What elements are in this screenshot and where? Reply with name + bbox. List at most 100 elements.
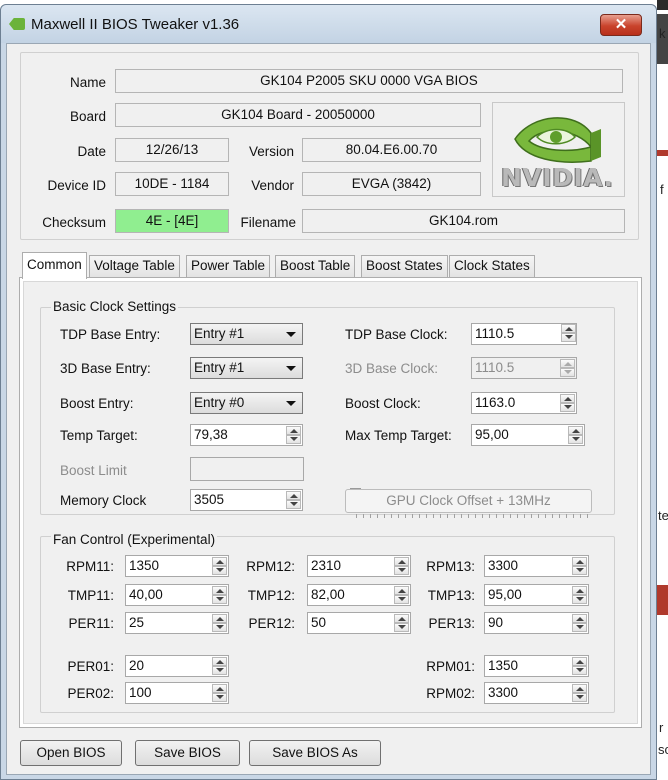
per13-spinner[interactable] [572, 614, 587, 632]
per11-input[interactable]: 25 [125, 612, 229, 634]
tmp11-spinner[interactable] [212, 586, 227, 604]
tmp12-spinner[interactable] [394, 586, 409, 604]
spin-up-icon[interactable] [286, 426, 301, 435]
spin-down-icon[interactable] [560, 403, 575, 412]
rpm01-spinner[interactable] [572, 657, 587, 675]
spin-up-icon[interactable] [561, 324, 576, 333]
tab-power-table[interactable]: Power Table [186, 255, 271, 277]
tdp-base-entry-select[interactable]: Entry #1 [190, 323, 303, 345]
tab-common[interactable]: Common [22, 252, 87, 279]
spin-down-icon[interactable] [572, 566, 587, 575]
spin-down-icon[interactable] [572, 693, 587, 702]
memory-clock-input[interactable]: 3505 [190, 489, 303, 511]
spin-up-icon[interactable] [394, 557, 409, 566]
tdp-base-clock-spinner-box[interactable] [560, 323, 577, 345]
rpm01-label: RPM01: [426, 659, 475, 674]
boost-clock-spinner[interactable] [560, 394, 575, 412]
tab-voltage-table[interactable]: Voltage Table [89, 255, 180, 277]
background-accent [657, 150, 668, 156]
spin-down-icon[interactable] [286, 500, 301, 509]
tdp-base-clock-spinner[interactable] [561, 324, 576, 342]
per01-spinner[interactable] [212, 657, 227, 675]
spin-up-icon[interactable] [560, 394, 575, 403]
rpm13-input[interactable]: 3300 [484, 555, 589, 577]
per11-spinner[interactable] [212, 614, 227, 632]
save-bios-as-button[interactable]: Save BIOS As [249, 740, 381, 766]
spin-down-icon[interactable] [212, 693, 227, 702]
save-bios-button[interactable]: Save BIOS [135, 740, 240, 766]
tdp-base-entry-label: TDP Base Entry: [60, 327, 161, 342]
tmp13-input[interactable]: 95,00 [484, 584, 589, 606]
boost-entry-select[interactable]: Entry #0 [190, 392, 303, 414]
background-text: sc [658, 742, 668, 757]
spin-up-icon[interactable] [212, 657, 227, 666]
3d-base-entry-select[interactable]: Entry #1 [190, 357, 303, 379]
rpm12-input[interactable]: 2310 [307, 555, 411, 577]
tmp11-input[interactable]: 40,00 [125, 584, 229, 606]
rpm02-spinner[interactable] [572, 684, 587, 702]
memory-clock-spinner[interactable] [286, 491, 301, 509]
rpm11-input[interactable]: 1350 [125, 555, 229, 577]
spin-down-icon[interactable] [394, 623, 409, 632]
chevron-down-icon [286, 366, 296, 371]
open-bios-button[interactable]: Open BIOS [20, 740, 122, 766]
spin-up-icon[interactable] [572, 557, 587, 566]
spin-down-icon[interactable] [572, 666, 587, 675]
tmp13-spinner[interactable] [572, 586, 587, 604]
per02-input[interactable]: 100 [125, 682, 229, 704]
spin-up-icon[interactable] [212, 684, 227, 693]
spin-up-icon[interactable] [568, 426, 583, 435]
spin-down-icon[interactable] [572, 623, 587, 632]
tmp11-value: 40,00 [129, 587, 163, 602]
spin-down-icon[interactable] [212, 623, 227, 632]
tab-boost-states[interactable]: Boost States [361, 255, 448, 277]
rpm11-spinner[interactable] [212, 557, 227, 575]
spin-down-icon[interactable] [212, 666, 227, 675]
max-temp-target-spinner[interactable] [568, 426, 583, 444]
spin-down-icon[interactable] [212, 595, 227, 604]
per12-spinner[interactable] [394, 614, 409, 632]
client-area: Name GK104 P2005 SKU 0000 VGA BIOS Board… [6, 43, 651, 775]
per13-input[interactable]: 90 [484, 612, 589, 634]
rpm01-input[interactable]: 1350 [484, 655, 589, 677]
close-icon: ✕ [614, 16, 628, 33]
spin-down-icon[interactable] [568, 435, 583, 444]
tmp12-input[interactable]: 82,00 [307, 584, 411, 606]
spin-down-icon[interactable] [394, 595, 409, 604]
spin-up-icon[interactable] [286, 491, 301, 500]
spin-down-icon[interactable] [572, 595, 587, 604]
rpm02-value: 3300 [488, 685, 519, 700]
title-bar[interactable]: Maxwell II BIOS Tweaker v1.36 ✕ [1, 5, 656, 43]
temp-target-spinner[interactable] [286, 426, 301, 444]
3d-base-clock-spinner [560, 359, 575, 377]
rpm12-spinner[interactable] [394, 557, 409, 575]
spin-up-icon[interactable] [394, 586, 409, 595]
tab-clock-states[interactable]: Clock States [449, 255, 535, 277]
spin-down-icon[interactable] [286, 435, 301, 444]
spin-up-icon[interactable] [394, 614, 409, 623]
spin-up-icon[interactable] [212, 557, 227, 566]
spin-down-icon[interactable] [394, 566, 409, 575]
spin-up-icon[interactable] [572, 684, 587, 693]
tab-boost-table[interactable]: Boost Table [275, 255, 356, 277]
background-accent [657, 585, 668, 615]
per01-input[interactable]: 20 [125, 655, 229, 677]
3d-base-entry-label: 3D Base Entry: [60, 361, 151, 376]
per02-spinner[interactable] [212, 684, 227, 702]
boost-clock-input[interactable]: 1163.0 [471, 392, 577, 414]
spin-down-icon[interactable] [561, 333, 576, 342]
background-text: k [659, 26, 666, 41]
per12-input[interactable]: 50 [307, 612, 411, 634]
spin-up-icon[interactable] [572, 586, 587, 595]
close-button[interactable]: ✕ [600, 14, 642, 36]
max-temp-target-input[interactable]: 95,00 [471, 424, 585, 446]
spin-up-icon [560, 359, 575, 368]
spin-up-icon[interactable] [212, 614, 227, 623]
spin-up-icon[interactable] [572, 657, 587, 666]
spin-down-icon[interactable] [212, 566, 227, 575]
rpm13-spinner[interactable] [572, 557, 587, 575]
temp-target-input[interactable]: 79,38 [190, 424, 303, 446]
spin-up-icon[interactable] [212, 586, 227, 595]
rpm02-input[interactable]: 3300 [484, 682, 589, 704]
spin-up-icon[interactable] [572, 614, 587, 623]
